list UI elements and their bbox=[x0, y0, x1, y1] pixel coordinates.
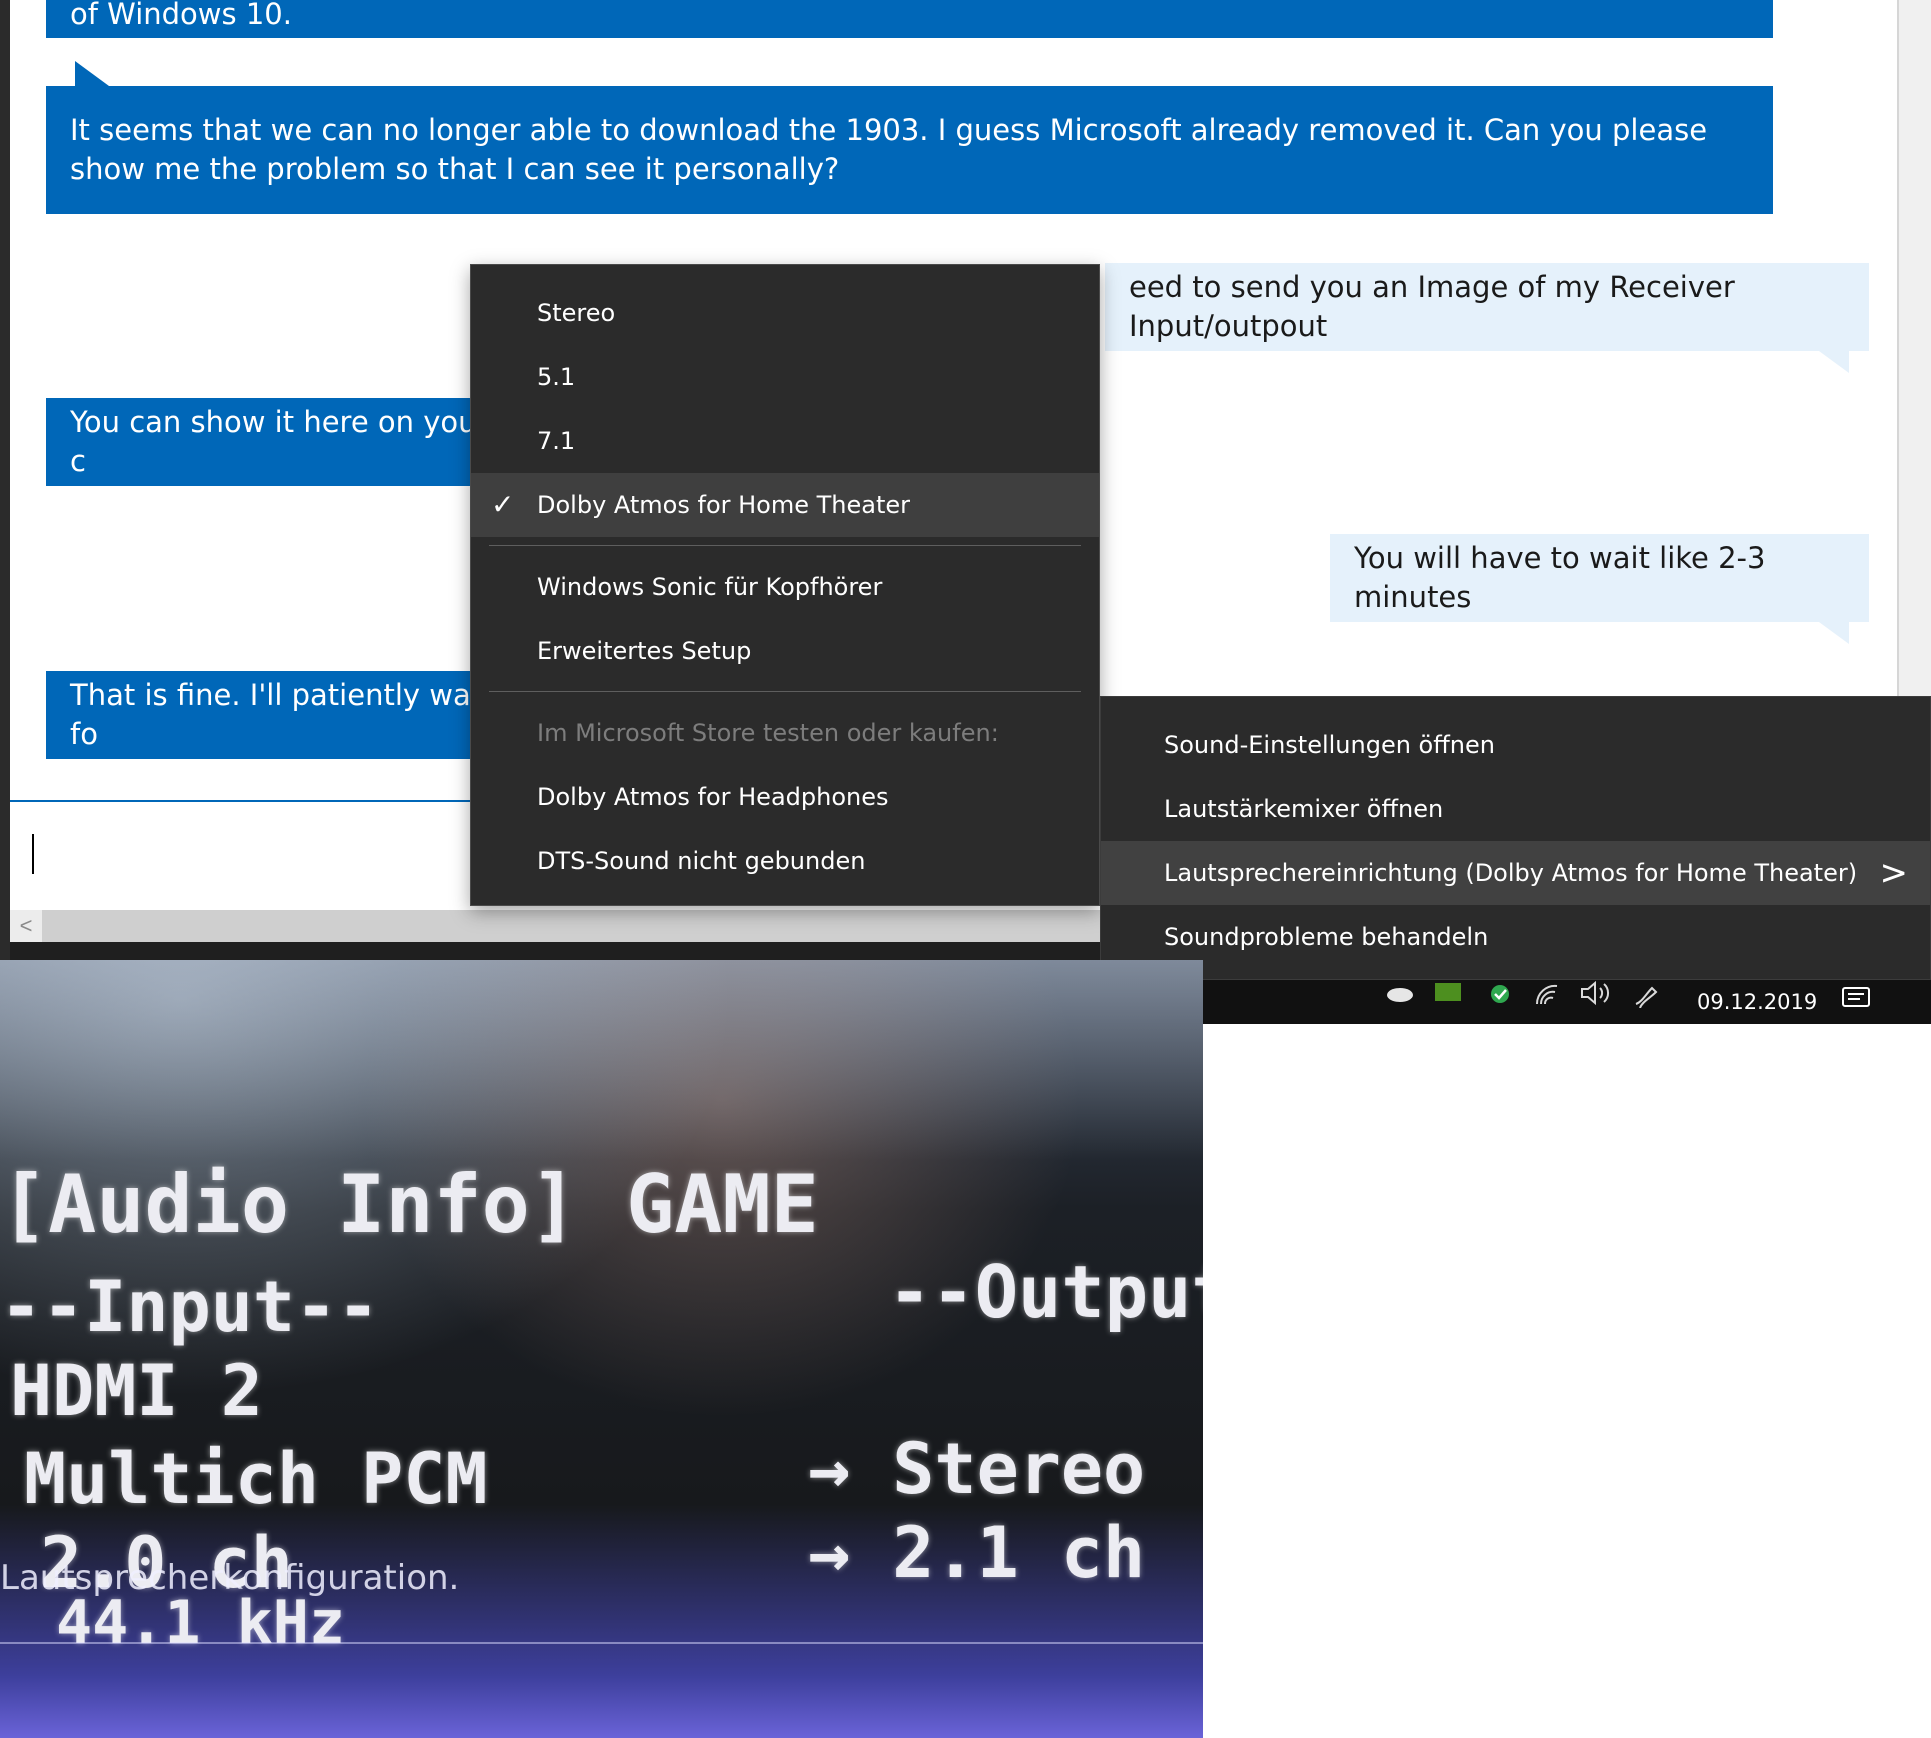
osd-divider bbox=[0, 1642, 1203, 1644]
bubble-tail bbox=[75, 61, 109, 86]
menu-item-dolby-atmos-home-theater[interactable]: ✓ Dolby Atmos for Home Theater bbox=[471, 473, 1099, 537]
menu-item-label: Windows Sonic für Kopfhörer bbox=[537, 573, 883, 601]
menu-item-erweitertes-setup[interactable]: Erweitertes Setup bbox=[471, 619, 1099, 683]
store-section-header: Im Microsoft Store testen oder kaufen: bbox=[471, 701, 1099, 765]
menu-separator bbox=[489, 545, 1081, 546]
chat-message-agent: It seems that we can no longer able to d… bbox=[46, 61, 1773, 214]
menu-item-speaker-setup[interactable]: Lautsprechereinrichtung (Dolby Atmos for… bbox=[1101, 841, 1930, 905]
text-caret bbox=[32, 834, 34, 874]
menu-item-label: Stereo bbox=[537, 299, 616, 327]
bubble-tail bbox=[1819, 351, 1849, 373]
checkmark-icon: ✓ bbox=[491, 488, 515, 521]
chat-message-agent: That is fine. I'll patiently wait fo bbox=[46, 671, 526, 759]
pen-icon[interactable] bbox=[1632, 982, 1666, 1017]
osd-input-format: Multich PCM bbox=[24, 1438, 488, 1520]
message-text: It seems that we can no longer able to d… bbox=[70, 113, 1708, 186]
osd-sample-rate: 44.1 kHz bbox=[56, 1588, 345, 1658]
chat-message-agent: of Windows 10. bbox=[46, 0, 1773, 38]
menu-item-dolby-atmos-headphones[interactable]: Dolby Atmos for Headphones bbox=[471, 765, 1099, 829]
defender-icon[interactable] bbox=[1482, 980, 1512, 1015]
taskbar: 09.12.2019 bbox=[1100, 980, 1931, 1024]
speaker-setup-submenu: Stereo 5.1 7.1 ✓ Dolby Atmos for Home Th… bbox=[470, 264, 1100, 906]
osd-output-label: --Output- bbox=[888, 1250, 1203, 1334]
onedrive-icon[interactable] bbox=[1385, 980, 1415, 1012]
screen-glare bbox=[0, 960, 1203, 1160]
message-text: of Windows 10. bbox=[70, 0, 292, 31]
clock-date[interactable]: 09.12.2019 bbox=[1697, 990, 1817, 1014]
nvidia-icon[interactable] bbox=[1433, 980, 1463, 1012]
wifi-icon[interactable] bbox=[1533, 982, 1563, 1017]
bubble-tail bbox=[1819, 622, 1849, 644]
menu-item-label: Lautstärkemixer öffnen bbox=[1164, 795, 1444, 823]
menu-item-dts-sound[interactable]: DTS-Sound nicht gebunden bbox=[471, 829, 1099, 893]
menu-item-label: Lautsprechereinrichtung (Dolby Atmos for… bbox=[1164, 859, 1858, 887]
menu-item-label: Sound-Einstellungen öffnen bbox=[1164, 731, 1495, 759]
menu-item-label: Dolby Atmos for Headphones bbox=[537, 783, 889, 811]
osd-input-label: --Input-- bbox=[0, 1266, 380, 1348]
message-text: You will have to wait like 2-3 minutes bbox=[1354, 541, 1766, 614]
menu-separator bbox=[489, 691, 1081, 692]
chat-message-user: eed to send you an Image of my Receiver … bbox=[1105, 263, 1869, 373]
receiver-audio-info-photo: [Audio Info] GAME --Input-- --Output- HD… bbox=[0, 960, 1203, 1738]
menu-item-7-1[interactable]: 7.1 bbox=[471, 409, 1099, 473]
message-text: eed to send you an Image of my Receiver … bbox=[1129, 270, 1735, 343]
osd-source: HDMI 2 bbox=[10, 1350, 263, 1432]
chat-message-agent: You can show it here on your c bbox=[46, 398, 526, 486]
horizontal-scrollbar[interactable]: < bbox=[10, 910, 1110, 942]
menu-item-sound-settings[interactable]: Sound-Einstellungen öffnen bbox=[1101, 713, 1930, 777]
menu-item-volume-mixer[interactable]: Lautstärkemixer öffnen bbox=[1101, 777, 1930, 841]
volume-icon[interactable] bbox=[1578, 980, 1612, 1015]
sound-context-menu: Sound-Einstellungen öffnen Lautstärkemix… bbox=[1100, 696, 1931, 980]
menu-item-label: Dolby Atmos for Home Theater bbox=[537, 491, 911, 519]
taskbar-strip bbox=[10, 942, 1110, 960]
message-text: You can show it here on your c bbox=[70, 405, 489, 478]
menu-item-label: Im Microsoft Store testen oder kaufen: bbox=[537, 719, 999, 747]
menu-item-label: DTS-Sound nicht gebunden bbox=[537, 847, 866, 875]
menu-item-troubleshoot-sound[interactable]: Soundprobleme behandeln bbox=[1101, 905, 1930, 969]
menu-item-label: Soundprobleme behandeln bbox=[1164, 923, 1489, 951]
osd-output-format: → Stereo bbox=[808, 1428, 1146, 1510]
menu-item-windows-sonic[interactable]: Windows Sonic für Kopfhörer bbox=[471, 555, 1099, 619]
action-center-icon[interactable] bbox=[1840, 985, 1874, 1020]
scroll-left-icon[interactable]: < bbox=[10, 910, 42, 942]
menu-item-stereo[interactable]: Stereo bbox=[471, 281, 1099, 345]
message-text: That is fine. I'll patiently wait fo bbox=[70, 678, 491, 751]
chat-message-user: You will have to wait like 2-3 minutes bbox=[1330, 534, 1869, 644]
chevron-right-icon: > bbox=[1879, 853, 1909, 893]
menu-item-label: 7.1 bbox=[537, 427, 576, 455]
menu-item-5-1[interactable]: 5.1 bbox=[471, 345, 1099, 409]
osd-output-channels: → 2.1 ch bbox=[808, 1512, 1146, 1594]
menu-item-label: Erweitertes Setup bbox=[537, 637, 752, 665]
chat-scrollbar[interactable] bbox=[1897, 0, 1931, 700]
osd-overlay-caption: Lautsprecherkonfiguration. bbox=[0, 1558, 460, 1598]
menu-item-label: 5.1 bbox=[537, 363, 576, 391]
osd-header: [Audio Info] GAME bbox=[0, 1158, 819, 1251]
